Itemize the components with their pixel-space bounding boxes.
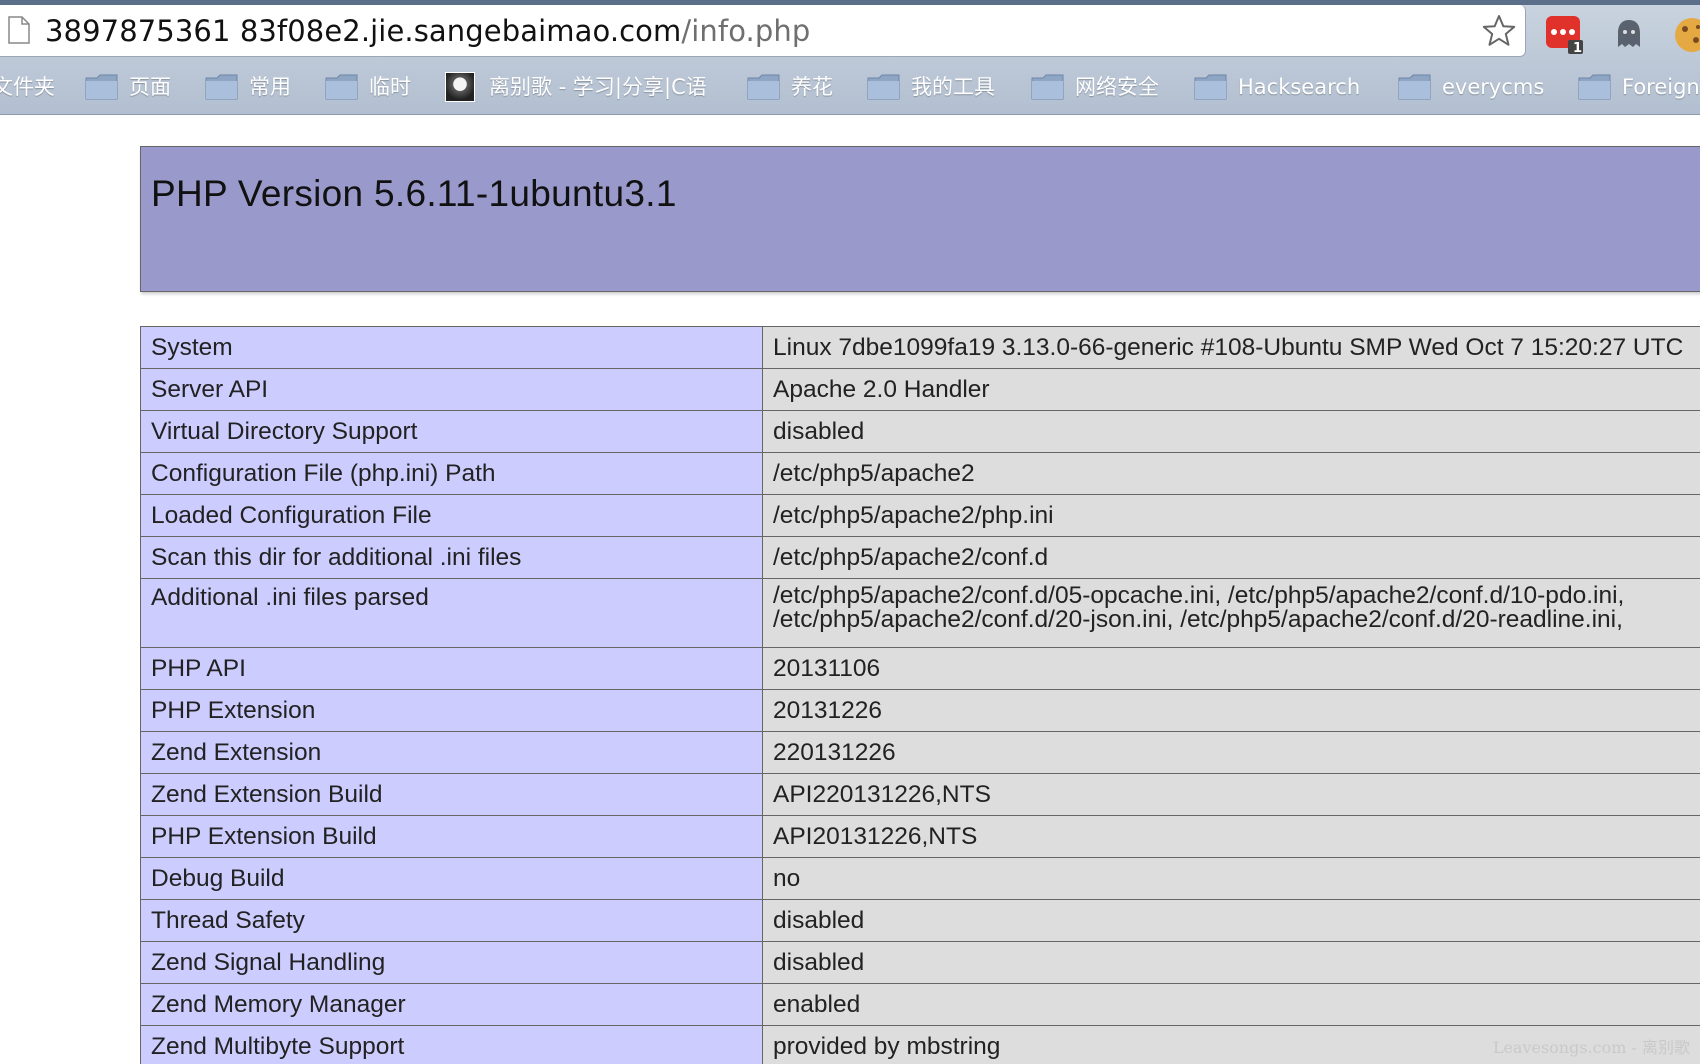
row-value: 220131226 xyxy=(762,731,1700,774)
folder-icon xyxy=(1578,74,1611,100)
row-key: Zend Extension xyxy=(140,731,763,774)
table-row: Debug Build no xyxy=(140,857,1700,900)
row-key: Loaded Configuration File xyxy=(140,494,763,537)
row-value: enabled xyxy=(762,983,1700,1026)
bookmark-label: everycms xyxy=(1442,75,1545,99)
folder-icon xyxy=(325,74,358,100)
bookmark-label: 养花 xyxy=(791,75,833,99)
row-key: Additional .ini files parsed xyxy=(140,578,763,648)
folder-icon xyxy=(1398,74,1431,100)
bookmark-label: 文件夹 xyxy=(0,75,55,99)
table-row: Scan this dir for additional .ini files /… xyxy=(140,536,1700,579)
row-key: Zend Extension Build xyxy=(140,773,763,816)
row-key: Zend Signal Handling xyxy=(140,941,763,984)
row-value: 20131226 xyxy=(762,689,1700,732)
url-path: /info.php xyxy=(681,14,811,48)
browser-toolbar: 3897875361 83f08e2.jie.sangebaimao.com/i… xyxy=(0,5,1700,115)
row-value: no xyxy=(762,857,1700,900)
bookmark-label: 离别歌 - 学习|分享|C语 xyxy=(489,75,707,99)
row-value: disabled xyxy=(762,941,1700,984)
row-key: Zend Memory Manager xyxy=(140,983,763,1026)
row-value: /etc/php5/apache2/conf.d/05-opcache.ini,… xyxy=(762,578,1700,648)
folder-icon xyxy=(85,74,118,100)
folder-icon xyxy=(1031,74,1064,100)
row-key: Scan this dir for additional .ini files xyxy=(140,536,763,579)
page-title: PHP Version 5.6.11-1ubuntu3.1 xyxy=(151,173,677,214)
table-row: Configuration File (php.ini) Path/etc/ph… xyxy=(140,452,1700,495)
table-row: Zend Extension Build API220131226,NTS xyxy=(140,773,1700,816)
row-key: Thread Safety xyxy=(140,899,763,942)
row-value: 20131106 xyxy=(762,647,1700,690)
row-value: /etc/php5/apache2/php.ini xyxy=(762,494,1700,537)
table-row: Thread Safety disabled xyxy=(140,899,1700,942)
bookmark-label: 页面 xyxy=(129,75,171,99)
bookmark-label: Hacksearch xyxy=(1238,75,1361,99)
row-key: PHP Extension xyxy=(140,689,763,732)
address-bar[interactable]: 3897875361 83f08e2.jie.sangebaimao.com/i… xyxy=(0,5,1526,57)
folder-icon xyxy=(867,74,900,100)
row-value: /etc/php5/apache2/conf.d xyxy=(762,536,1700,579)
bookmark-label: 常用 xyxy=(249,75,291,99)
url-text[interactable]: 3897875361 83f08e2.jie.sangebaimao.com/i… xyxy=(45,14,810,48)
folder-icon xyxy=(1194,74,1227,100)
watermark: Leavesongs.com - 离别歌 xyxy=(1492,1038,1690,1057)
row-value-line: /etc/php5/apache2/conf.d/05-opcache.ini,… xyxy=(773,582,1625,609)
row-value: Apache 2.0 Handler xyxy=(762,368,1700,411)
avatar-icon xyxy=(445,72,475,102)
row-value-line: /etc/php5/apache2/conf.d/20-json.ini, /e… xyxy=(773,606,1623,633)
row-key: System xyxy=(140,326,763,369)
bookmark-label: Foreign xyxy=(1622,75,1700,99)
row-value: API220131226,NTS xyxy=(762,773,1700,816)
row-key: Debug Build xyxy=(140,857,763,900)
row-value: /etc/php5/apache2 xyxy=(762,452,1700,495)
row-key: Virtual Directory Support xyxy=(140,410,763,453)
extension-badge-count: 1 xyxy=(1573,41,1583,56)
row-key: PHP API xyxy=(140,647,763,690)
table-row: Virtual Directory Support disabled xyxy=(140,410,1700,453)
folder-icon xyxy=(747,74,780,100)
page-content: PHP Version 5.6.11-1ubuntu3.1 System Linu… xyxy=(0,115,1700,1064)
row-value: API20131226,NTS xyxy=(762,815,1700,858)
folder-icon xyxy=(205,74,238,100)
row-value: disabled xyxy=(762,410,1700,453)
table-row: Zend Memory Manager enabled xyxy=(140,983,1700,1026)
row-value: disabled xyxy=(762,899,1700,942)
table-row: Zend Extension 220131226 xyxy=(140,731,1700,774)
bookmark-label: 我的工具 xyxy=(911,75,995,99)
table-row: Loaded Configuration File/etc/php5/apach… xyxy=(140,494,1700,537)
table-row: Additional .ini files parsed/etc/php5/ap… xyxy=(140,578,1700,648)
row-value: Linux 7dbe1099fa19 3.13.0-66-generic #10… xyxy=(762,326,1700,369)
row-key: Server API xyxy=(140,368,763,411)
row-key: Zend Multibyte Support xyxy=(140,1025,763,1064)
page-icon xyxy=(8,16,30,44)
table-row: Zend Signal Handling disabled xyxy=(140,941,1700,984)
table-row: PHP Extension Build API20131226,NTS xyxy=(140,815,1700,858)
table-row: System Linux 7dbe1099fa19 3.13.0-66-gener… xyxy=(140,326,1700,369)
phpinfo-header: PHP Version 5.6.11-1ubuntu3.1 xyxy=(140,146,1700,292)
bookmark-label: 网络安全 xyxy=(1075,75,1159,99)
bookmarks-bar: 文件夹 页面 常用 临时 离别歌 - 学习|分享|C语 养花 我的工具 网络安全… xyxy=(0,67,1700,107)
row-key: Configuration File (php.ini) Path xyxy=(140,452,763,495)
ghostery-extension-icon[interactable] xyxy=(1612,17,1646,51)
row-key: PHP Extension Build xyxy=(140,815,763,858)
bookmark-label: 临时 xyxy=(369,75,411,99)
phpinfo-table: System Linux 7dbe1099fa19 3.13.0-66-gener… xyxy=(140,326,1700,1064)
bookmark-star-icon[interactable] xyxy=(1481,13,1517,49)
table-row: PHP API 20131106 xyxy=(140,647,1700,690)
table-row: Zend Multibyte Support provided by mbstri… xyxy=(140,1025,1700,1064)
cookie-extension-icon[interactable] xyxy=(1672,15,1700,55)
table-row: Server API Apache 2.0 Handler xyxy=(140,368,1700,411)
url-host: 3897875361 83f08e2.jie.sangebaimao.com xyxy=(45,14,682,48)
table-row: PHP Extension 20131226 xyxy=(140,689,1700,732)
